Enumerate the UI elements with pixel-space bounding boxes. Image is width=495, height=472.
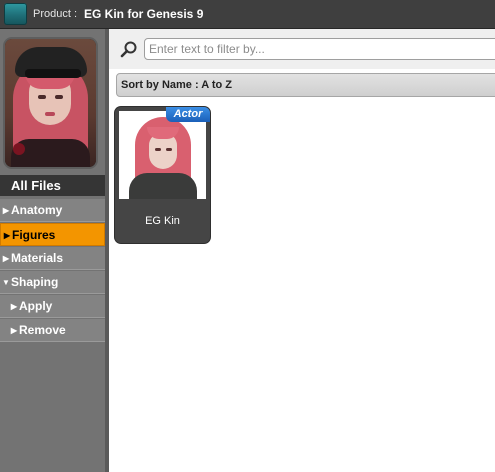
sidebar-item-shaping[interactable]: ▼Shaping xyxy=(0,271,105,294)
product-header: Product : EG Kin for Genesis 9 xyxy=(0,0,495,29)
filter-input[interactable] xyxy=(144,38,495,60)
sidebar-item-figures[interactable]: ▶ Figures xyxy=(0,223,105,246)
triangle-right-icon: ▶ xyxy=(2,206,10,215)
content-item-label: EG Kin xyxy=(145,215,180,227)
sidebar-item-label: Figures xyxy=(12,228,56,242)
sidebar: All Files ▶ Anatomy ▶ Figures ▶ Materials ▼… xyxy=(0,29,109,472)
product-thumbnail xyxy=(5,39,96,167)
sort-dropdown[interactable]: Sort by Name : A to Z xyxy=(116,73,495,97)
triangle-right-icon: ▶ xyxy=(2,254,10,263)
product-label: Product : xyxy=(33,8,78,20)
sidebar-item-label: Materials xyxy=(11,251,64,265)
filter-toolbar xyxy=(109,29,495,69)
triangle-right-icon: ▶ xyxy=(10,326,18,335)
sidebar-item-materials[interactable]: ▶ Materials xyxy=(0,247,105,270)
sidebar-item-label: Anatomy xyxy=(11,203,63,217)
actor-badge: Actor xyxy=(166,107,210,122)
product-name: EG Kin for Genesis 9 xyxy=(84,7,204,21)
sidebar-item-anatomy[interactable]: ▶ Anatomy xyxy=(0,199,105,222)
sidebar-item-label: Remove xyxy=(19,323,66,337)
sidebar-subitem-remove[interactable]: ▶ Remove xyxy=(0,319,105,342)
triangle-down-icon: ▼ xyxy=(2,278,10,287)
content-item-thumbnail xyxy=(119,111,206,199)
search-icon[interactable] xyxy=(118,39,140,61)
sidebar-subitem-apply[interactable]: ▶ Apply xyxy=(0,295,105,318)
sidebar-item-label: Shaping xyxy=(11,275,59,289)
content-item-tile[interactable]: Actor EG Kin xyxy=(115,107,210,243)
all-files-header[interactable]: All Files xyxy=(0,175,105,196)
product-icon xyxy=(4,3,27,25)
triangle-right-icon: ▶ xyxy=(10,302,18,311)
triangle-right-icon: ▶ xyxy=(3,231,11,240)
sidebar-item-label: Apply xyxy=(19,299,53,313)
